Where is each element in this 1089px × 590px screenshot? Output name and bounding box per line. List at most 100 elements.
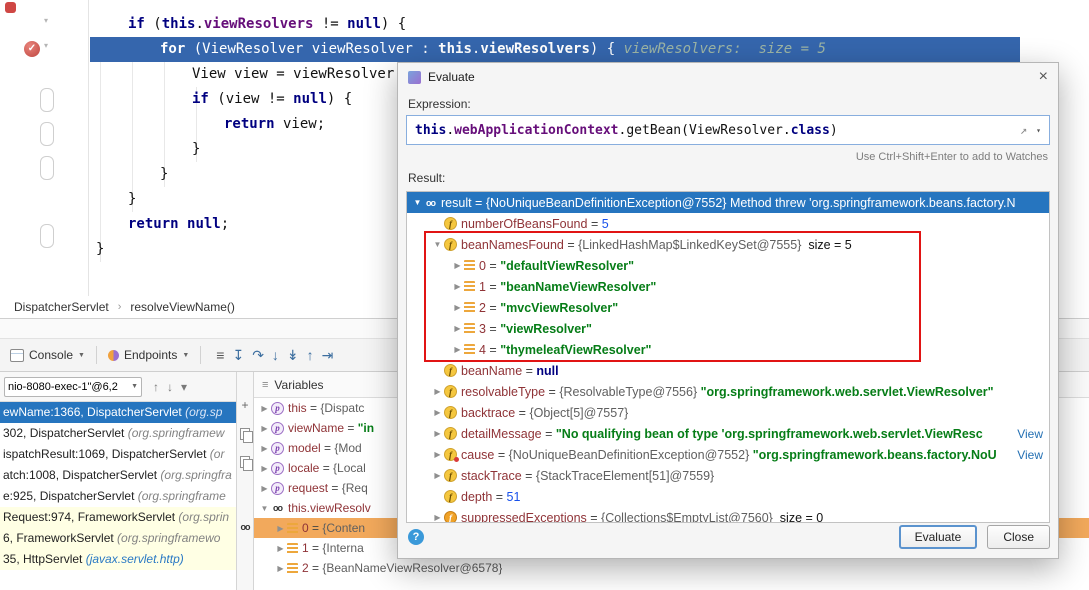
breadcrumb-item-method[interactable]: resolveViewName() bbox=[130, 300, 234, 314]
frame-row[interactable]: Request:974, FrameworkServlet (org.sprin bbox=[0, 507, 236, 528]
fold-arrow-icon[interactable]: ▾ bbox=[44, 41, 48, 50]
expression-value: this.webApplicationContext.getBean(ViewR… bbox=[415, 123, 1020, 138]
tab-endpoints-label: Endpoints bbox=[124, 348, 177, 362]
previous-frame-icon[interactable]: ↑ bbox=[153, 380, 159, 394]
chevron-right-icon[interactable]: ▶ bbox=[274, 564, 287, 573]
parameter-icon: p bbox=[271, 482, 284, 495]
chevron-right-icon[interactable]: ▶ bbox=[258, 424, 271, 433]
fold-handle[interactable] bbox=[40, 122, 54, 146]
result-tree-row[interactable]: ▶fresolvableType = {ResolvableType@7556}… bbox=[407, 381, 1049, 402]
chevron-down-icon[interactable]: ▾ bbox=[1036, 126, 1041, 135]
result-tree-row[interactable]: ▶fdetailMessage = "No qualifying bean of… bbox=[407, 423, 1049, 444]
frame-row[interactable]: 6, FrameworkServlet (org.springframewo bbox=[0, 528, 236, 549]
frames-nav-icons: ↑ ↓ ▾ bbox=[149, 378, 191, 396]
help-icon[interactable]: ? bbox=[408, 529, 424, 545]
chevron-right-icon[interactable]: ▶ bbox=[431, 471, 444, 480]
dialog-footer: ? Evaluate Close bbox=[408, 524, 1050, 550]
expand-editor-icon[interactable]: ↗ bbox=[1020, 123, 1027, 137]
gutter-divider bbox=[88, 0, 89, 296]
field-icon: f bbox=[444, 469, 457, 482]
frame-row[interactable]: ewName:1366, DispatcherServlet (org.sp bbox=[0, 402, 236, 423]
evaluate-dialog-icon bbox=[408, 71, 421, 84]
copy-value-icon[interactable] bbox=[237, 454, 253, 468]
frame-row[interactable]: ispatchResult:1069, DispatcherServlet (o… bbox=[0, 444, 236, 465]
result-tree-row[interactable]: fdepth = 51 bbox=[407, 486, 1049, 507]
close-button[interactable]: Close bbox=[987, 525, 1050, 549]
annotation-highlight-box bbox=[424, 231, 921, 362]
breakpoint-icon[interactable]: ✓ bbox=[24, 41, 40, 57]
layout-settings-icon[interactable]: ≡ bbox=[216, 347, 224, 363]
thread-dropdown[interactable]: nio-8080-exec-1"@6,2 ▼ bbox=[4, 377, 142, 397]
chevron-down-icon[interactable]: ▼ bbox=[411, 198, 424, 207]
result-tree-row[interactable]: ▶fcause = {NoUniqueBeanDefinitionExcepti… bbox=[407, 444, 1049, 465]
fold-arrow-icon[interactable]: ▾ bbox=[44, 16, 48, 25]
result-tree-row[interactable]: ▶fstackTrace = {StackTraceElement[51]@75… bbox=[407, 465, 1049, 486]
chevron-down-icon[interactable]: ▼ bbox=[258, 504, 271, 513]
chevron-right-icon[interactable]: ▶ bbox=[274, 524, 287, 533]
result-tree-row[interactable]: ▶fbacktrace = {Object[5]@7557} bbox=[407, 402, 1049, 423]
dialog-title: Evaluate bbox=[428, 70, 475, 84]
frame-row[interactable]: atch:1008, DispatcherServlet (org.spring… bbox=[0, 465, 236, 486]
filter-frames-icon[interactable]: ▾ bbox=[181, 380, 187, 394]
show-execution-point-icon[interactable]: ↧ bbox=[232, 347, 244, 363]
chevron-down-icon: ▼ bbox=[182, 352, 189, 359]
result-tree-row[interactable]: fbeanName = null bbox=[407, 360, 1049, 381]
chevron-right-icon[interactable]: ▶ bbox=[431, 429, 444, 438]
chevron-right-icon[interactable]: ▶ bbox=[258, 404, 271, 413]
parameter-icon: p bbox=[271, 462, 284, 475]
result-label: Result: bbox=[408, 171, 445, 185]
thread-dropdown-value: nio-8080-exec-1"@6,2 bbox=[8, 381, 118, 393]
variables-side-toolbar: + oo bbox=[237, 372, 254, 590]
watch-icon: oo bbox=[424, 196, 437, 209]
fold-handle[interactable] bbox=[40, 224, 54, 248]
add-watch-icon[interactable]: + bbox=[237, 398, 253, 412]
fold-handle[interactable] bbox=[40, 156, 54, 180]
chevron-right-icon[interactable]: ▶ bbox=[258, 464, 271, 473]
breadcrumb-separator-icon: › bbox=[118, 301, 122, 313]
frame-row[interactable]: e:925, DispatcherServlet (org.springfram… bbox=[0, 486, 236, 507]
chevron-right-icon[interactable]: ▶ bbox=[258, 484, 271, 493]
field-icon: f bbox=[444, 364, 457, 377]
exception-field-icon: f bbox=[444, 448, 457, 461]
step-out-icon[interactable]: ↑ bbox=[307, 347, 314, 363]
frame-row[interactable]: 35, HttpServlet (javax.servlet.http) bbox=[0, 549, 236, 570]
chevron-right-icon[interactable]: ▶ bbox=[274, 544, 287, 553]
run-to-cursor-icon[interactable]: ⇥ bbox=[322, 347, 334, 363]
result-tree-row[interactable]: ▶fsuppressedExceptions = {Collections$Em… bbox=[407, 507, 1049, 523]
tab-endpoints[interactable]: Endpoints ▼ bbox=[108, 348, 189, 362]
result-tree-row[interactable]: ▼ooresult = {NoUniqueBeanDefinitionExcep… bbox=[407, 192, 1049, 213]
chevron-right-icon[interactable]: ▶ bbox=[431, 387, 444, 396]
view-link[interactable]: View bbox=[1017, 427, 1049, 441]
breadcrumb-item-class[interactable]: DispatcherServlet bbox=[14, 300, 109, 314]
frame-row[interactable]: 302, DispatcherServlet (org.springframew bbox=[0, 423, 236, 444]
next-frame-icon[interactable]: ↓ bbox=[167, 380, 173, 394]
step-over-icon[interactable]: ↷ bbox=[252, 347, 264, 363]
dialog-titlebar[interactable]: Evaluate × bbox=[398, 63, 1058, 91]
chevron-right-icon[interactable]: ▶ bbox=[431, 450, 444, 459]
fold-handle[interactable] bbox=[40, 88, 54, 112]
watches-icon[interactable]: oo bbox=[237, 522, 253, 532]
variable-row[interactable]: ▶2 = {BeanNameViewResolver@6578} bbox=[254, 558, 1089, 578]
chevron-right-icon[interactable]: ▶ bbox=[258, 444, 271, 453]
view-link[interactable]: View bbox=[1017, 448, 1049, 462]
frames-panel: nio-8080-exec-1"@6,2 ▼ ↑ ↓ ▾ ewName:1366, … bbox=[0, 372, 237, 590]
tab-console-label: Console bbox=[29, 348, 73, 362]
step-into-icon[interactable]: ↓ bbox=[272, 347, 279, 363]
toolbar-separator bbox=[200, 346, 201, 364]
chevron-right-icon[interactable]: ▶ bbox=[431, 408, 444, 417]
force-step-into-icon[interactable]: ↡ bbox=[287, 347, 299, 363]
copy-icon[interactable] bbox=[237, 426, 253, 440]
expression-input[interactable]: this.webApplicationContext.getBean(ViewR… bbox=[406, 115, 1050, 145]
chevron-down-icon: ▼ bbox=[131, 383, 138, 390]
frames-toolbar: nio-8080-exec-1"@6,2 ▼ ↑ ↓ ▾ bbox=[0, 372, 236, 402]
array-element-icon bbox=[287, 543, 298, 554]
tab-console[interactable]: Console ▼ bbox=[10, 348, 85, 362]
array-element-icon bbox=[287, 563, 298, 574]
close-icon[interactable]: × bbox=[1039, 69, 1048, 85]
evaluate-button[interactable]: Evaluate bbox=[899, 525, 978, 549]
console-icon bbox=[10, 349, 24, 362]
chevron-right-icon[interactable]: ▶ bbox=[431, 513, 444, 522]
field-icon: f bbox=[444, 511, 457, 523]
toolbar-separator bbox=[96, 346, 97, 364]
field-icon: f bbox=[444, 406, 457, 419]
